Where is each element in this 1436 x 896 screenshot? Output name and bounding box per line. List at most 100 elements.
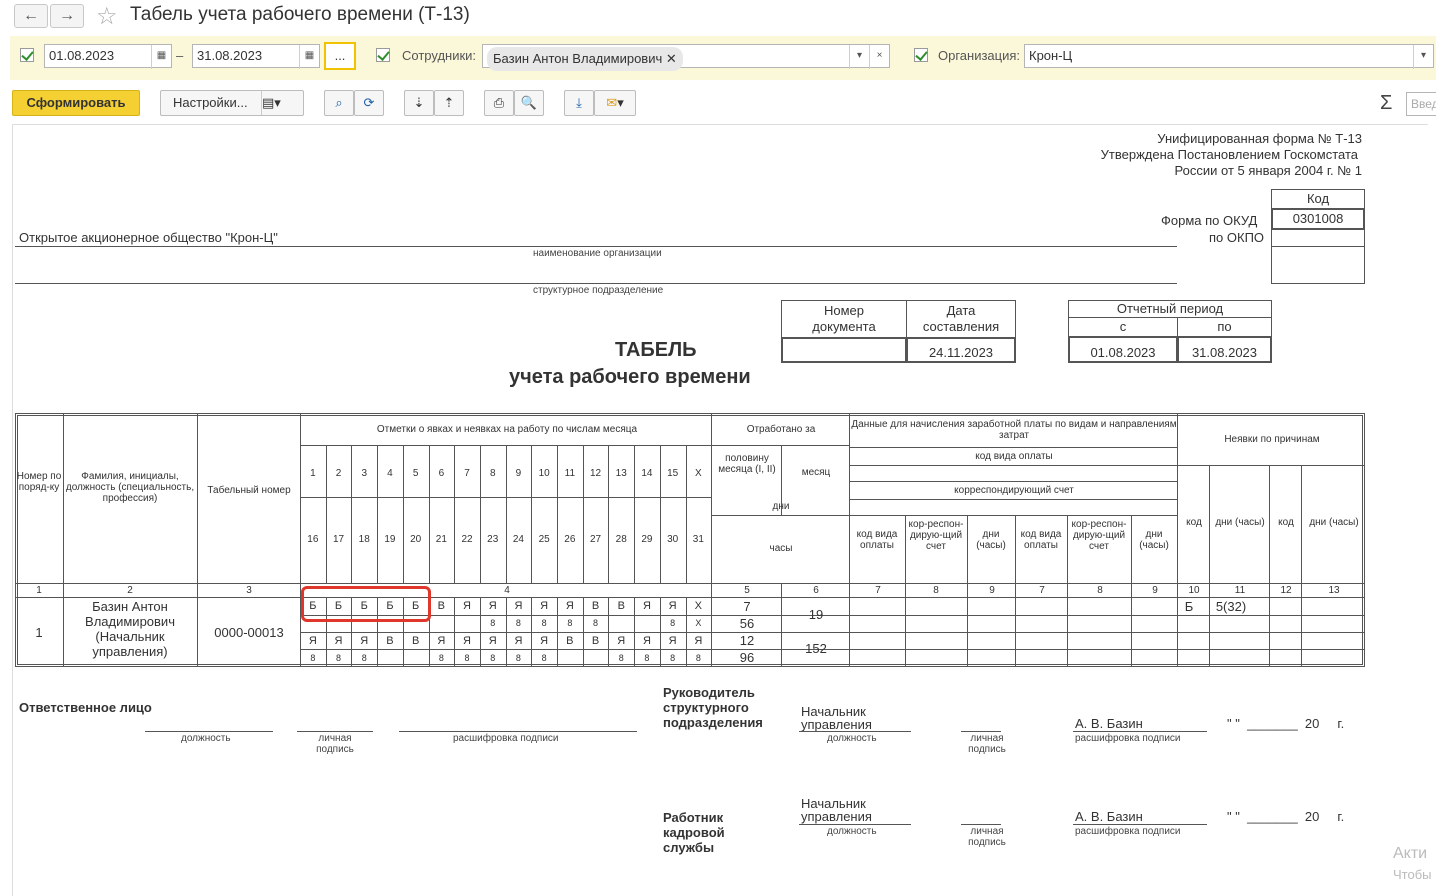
day-number: 1 (310, 468, 316, 479)
settings-variants-icon[interactable]: ▤▾ (261, 91, 299, 115)
doc-date-header: Дата составления (906, 300, 1016, 338)
absence-code: Б (1184, 599, 1194, 614)
hours-cell: 8 (593, 618, 599, 628)
org-caption: наименование организации (533, 248, 662, 259)
chevron-down-icon[interactable]: ▾ (1413, 45, 1433, 69)
generate-button[interactable]: Сформировать (12, 90, 140, 116)
day-number: 21 (435, 534, 447, 545)
employee-tag[interactable]: Базин Антон Владимирович ✕ (487, 47, 683, 71)
pay-subheader: дни (часы) (1139, 529, 1169, 551)
day-number: 26 (564, 534, 576, 545)
day-number: 31 (692, 534, 704, 545)
approved-text-2: России от 5 января 2004 г. № 1 (1174, 163, 1362, 178)
employee-name: Базин Антон Владимирович (Начальник упра… (85, 599, 175, 659)
column-number: 10 (1188, 585, 1200, 596)
head-position: Начальник управления (801, 704, 872, 732)
pay-subheader: кор-респон-дирую-щий счет (908, 519, 964, 552)
printer-icon: ⎙ (493, 95, 505, 110)
hr-name: А. В. Базин (1075, 809, 1143, 824)
calendar-icon[interactable]: ▦ (151, 45, 171, 69)
watermark-line-1: Акти (1393, 845, 1428, 862)
header-worked: Отработано за (746, 424, 816, 435)
sum-field[interactable]: Введ (1406, 92, 1436, 116)
column-number: 5 (744, 585, 750, 596)
envelope-icon: ✉ (606, 95, 618, 110)
period-select-button[interactable]: ... (324, 42, 356, 70)
mark-cell: В (437, 600, 446, 612)
column-number: 6 (813, 585, 819, 596)
sum-button[interactable]: Σ (1380, 92, 1392, 115)
hours-cell: 8 (541, 653, 547, 663)
sort-asc-button[interactable]: ⇣ (404, 90, 434, 116)
hr-position: Начальник управления (801, 796, 872, 824)
search-button[interactable]: ⌕ (324, 90, 354, 116)
hours-cell: 8 (644, 653, 650, 663)
hours-cell: 8 (541, 618, 547, 628)
signature-caption: личная подпись (316, 733, 354, 755)
half2-days: 12 (739, 633, 755, 648)
employees-field[interactable]: Базин Антон Владимирович ✕ ▾ × (482, 44, 890, 71)
approved-text-1: Утверждена Постановлением Госкомстата (1100, 147, 1358, 162)
responsible-label: Ответственное лицо (19, 700, 152, 715)
date-to-field[interactable]: 31.08.2023 ▦ (192, 44, 320, 69)
employees-checkbox[interactable] (376, 48, 390, 62)
organization-label: Организация: (938, 48, 1021, 63)
header-name: Фамилия, инициалы, должность (специально… (65, 471, 195, 504)
organization-checkbox[interactable] (914, 48, 928, 62)
day-number: 10 (538, 468, 550, 479)
head-decode-caption: расшифровка подписи (1075, 733, 1181, 744)
half2-hours: 96 (739, 650, 755, 665)
day-number: 22 (461, 534, 473, 545)
back-button[interactable]: ← (14, 4, 48, 28)
column-number: 3 (246, 585, 252, 596)
date-from-field[interactable]: 01.08.2023 ▦ (44, 44, 172, 69)
print-button[interactable]: ⎙ (484, 90, 514, 116)
month-hours: 152 (805, 641, 827, 656)
chevron-down-icon[interactable]: ▾ (849, 45, 869, 69)
arrow-right-icon: → (59, 7, 75, 24)
organization-field[interactable]: Крон-Ц ▾ (1024, 44, 1434, 69)
hours-cell: 8 (438, 653, 444, 663)
sick-days-highlight (301, 586, 431, 622)
hr-label: Работник кадровой службы (663, 810, 725, 855)
head-label: Руководитель структурного подразделения (663, 685, 763, 730)
mark-cell: В (566, 635, 574, 647)
hr-date: " " _______ 20 г. (1227, 809, 1345, 824)
day-number: 25 (538, 534, 550, 545)
header-abs-code-2: код (1278, 517, 1294, 528)
day-number: X (695, 468, 702, 479)
mark-cell: Я (514, 635, 523, 647)
save-button[interactable]: ⤓ (564, 90, 594, 116)
decode-caption: расшифровка подписи (453, 733, 559, 744)
code-header: Код (1271, 189, 1365, 209)
column-number: 9 (989, 585, 995, 596)
tag-close-icon[interactable]: ✕ (666, 51, 677, 66)
head-position-caption: должность (827, 733, 877, 744)
forward-button[interactable]: → (50, 4, 84, 28)
day-number: 11 (564, 468, 576, 479)
clear-icon[interactable]: × (869, 45, 889, 69)
period-checkbox[interactable] (20, 48, 34, 62)
hours-cell: 8 (618, 653, 624, 663)
day-number: 28 (615, 534, 627, 545)
day-number: 2 (335, 468, 342, 479)
mark-cell: Я (334, 635, 343, 647)
pay-subheader: кор-респон-дирую-щий счет (1071, 519, 1127, 552)
search-next-button[interactable]: ⟳ (354, 90, 384, 116)
send-email-button[interactable]: ✉▾ (594, 90, 636, 116)
hours-cell: 8 (670, 618, 676, 628)
mark-cell: Я (642, 635, 651, 647)
half1-days: 7 (743, 599, 751, 614)
hr-position-caption: должность (827, 826, 877, 837)
mark-cell: Я (488, 600, 497, 612)
period-dash: – (176, 48, 184, 63)
header-pay-data: Данные для начисления заработной платы п… (851, 419, 1177, 441)
settings-button[interactable]: Настройки... ▤▾ (160, 90, 304, 116)
favorite-star-icon[interactable]: ☆ (96, 2, 118, 31)
day-number: 14 (641, 468, 653, 479)
day-number: 4 (387, 468, 393, 479)
sort-desc-button[interactable]: ⇡ (434, 90, 464, 116)
day-number: 8 (489, 468, 496, 479)
preview-button[interactable]: 🔍 (514, 90, 544, 116)
calendar-icon[interactable]: ▦ (299, 45, 319, 69)
